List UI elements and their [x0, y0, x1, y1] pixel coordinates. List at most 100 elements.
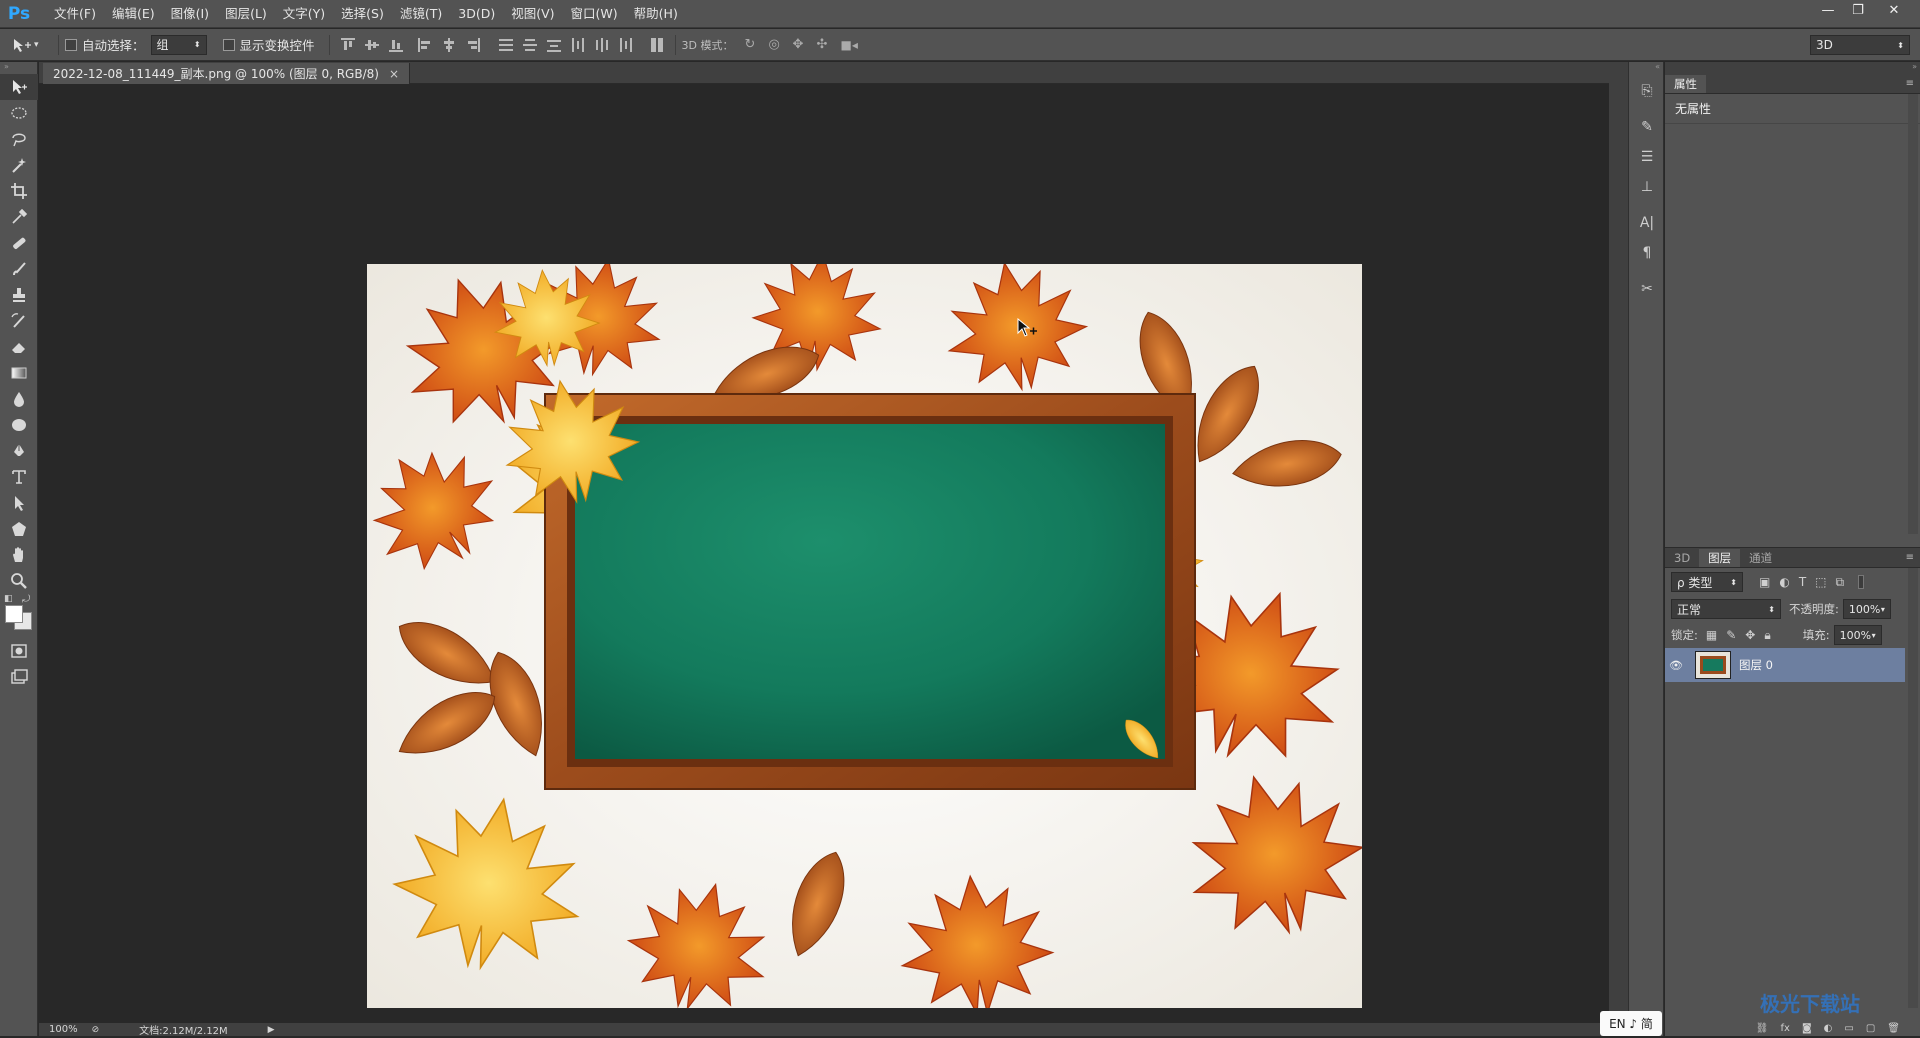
tab-3d[interactable]: 3D — [1665, 549, 1699, 567]
lock-transparent-icon[interactable]: ▦ — [1706, 628, 1717, 643]
swap-colors-icon[interactable]: ⤾ — [22, 594, 30, 605]
3d-scale-icon[interactable]: ■◂ — [841, 38, 858, 52]
panel-collapse-icon[interactable]: » — [1665, 62, 1920, 74]
close-tab-icon[interactable]: × — [389, 67, 399, 81]
crop-tool-icon[interactable] — [0, 178, 38, 204]
auto-select-checkbox[interactable]: 自动选择： — [65, 35, 145, 54]
auto-align-icon[interactable] — [650, 37, 664, 52]
distribute-bottom-icon[interactable] — [546, 38, 561, 52]
layer-row[interactable]: 👁︎ 图层 0 — [1665, 648, 1905, 682]
menu-window[interactable]: 窗口(W) — [563, 0, 626, 28]
move-tool-preset-icon[interactable]: ▾ — [12, 37, 52, 53]
blend-mode-dropdown[interactable]: 正常 ⬍ — [1671, 599, 1781, 619]
brush-presets-icon[interactable]: ✎ — [1629, 112, 1665, 142]
blur-tool-icon[interactable] — [0, 386, 38, 412]
link-layers-icon[interactable]: ⛓ — [1756, 1023, 1769, 1034]
menu-layer[interactable]: 图层(L) — [217, 0, 275, 28]
delete-layer-icon[interactable]: 🗑︎ — [1887, 1023, 1900, 1034]
tab-properties[interactable]: 属性 — [1665, 75, 1706, 93]
hand-tool-icon[interactable] — [0, 542, 38, 568]
paragraph-panel-icon[interactable]: ¶ — [1629, 238, 1665, 268]
history-panel-icon[interactable]: ⎘ — [1629, 76, 1665, 106]
quick-mask-icon[interactable] — [0, 638, 38, 664]
screen-mode-icon[interactable] — [0, 664, 38, 690]
document-window[interactable] — [39, 84, 1609, 1023]
clone-stamp-tool-icon[interactable] — [0, 282, 38, 308]
3d-pan-icon[interactable]: ✥ — [793, 37, 807, 52]
new-group-icon[interactable]: ▭ — [1844, 1023, 1853, 1034]
align-vcenter-icon[interactable] — [364, 38, 379, 52]
dodge-tool-icon[interactable] — [0, 412, 38, 438]
magic-wand-tool-icon[interactable] — [0, 152, 38, 178]
properties-scrollbar[interactable] — [1908, 94, 1918, 534]
layers-scrollbar[interactable] — [1908, 568, 1918, 1008]
layer-name[interactable]: 图层 0 — [1739, 657, 1773, 673]
panel-collapse-icon[interactable]: « — [1629, 62, 1663, 76]
workspace-dropdown[interactable]: 3D ⬍ — [1810, 35, 1910, 55]
character-panel-icon[interactable]: A| — [1629, 208, 1665, 238]
layer-filter-dropdown[interactable]: ρ 类型 ⬍ — [1671, 572, 1743, 592]
lasso-tool-icon[interactable] — [0, 126, 38, 152]
filter-pixel-icon[interactable]: ▣ — [1759, 575, 1770, 590]
color-swatches[interactable]: ◧ ⤾ — [0, 594, 37, 638]
path-selection-tool-icon[interactable] — [0, 490, 38, 516]
vertical-scrollbar[interactable] — [1609, 62, 1628, 1036]
tool-presets-icon[interactable]: ✂ — [1629, 274, 1665, 304]
menu-3d[interactable]: 3D(D) — [450, 0, 503, 28]
panel-collapse-icon[interactable]: » — [0, 62, 37, 74]
align-bottom-icon[interactable] — [388, 38, 403, 52]
menu-filter[interactable]: 滤镜(T) — [392, 0, 450, 28]
menu-view[interactable]: 视图(V) — [503, 0, 562, 28]
pen-tool-icon[interactable] — [0, 438, 38, 464]
eraser-tool-icon[interactable] — [0, 334, 38, 360]
brush-tool-icon[interactable] — [0, 256, 38, 282]
distribute-right-icon[interactable] — [619, 37, 633, 52]
ime-indicator[interactable]: EN ♪ 简 — [1600, 1011, 1662, 1036]
default-colors-icon[interactable]: ◧ — [4, 594, 13, 604]
panel-menu-icon[interactable]: ≡ — [1906, 549, 1920, 567]
restore-icon[interactable]: ❐ — [1844, 0, 1872, 20]
status-menu-arrow-icon[interactable]: ▶ — [268, 1025, 275, 1035]
tab-channels[interactable]: 通道 — [1740, 549, 1781, 567]
fill-input[interactable]: 100% ▾ — [1833, 625, 1882, 645]
adjustment-layer-icon[interactable]: ◐ — [1824, 1023, 1833, 1034]
menu-select[interactable]: 选择(S) — [333, 0, 392, 28]
align-top-icon[interactable] — [340, 37, 355, 52]
shape-tool-icon[interactable] — [0, 516, 38, 542]
align-left-icon[interactable] — [417, 37, 432, 52]
filter-shape-icon[interactable]: ⬚ — [1815, 575, 1826, 590]
distribute-hcenter-icon[interactable] — [595, 37, 609, 52]
filter-type-icon[interactable]: T — [1799, 575, 1806, 590]
foreground-color-swatch[interactable] — [5, 605, 23, 623]
adjustments-panel-icon[interactable]: ☰ — [1629, 142, 1665, 172]
gradient-tool-icon[interactable] — [0, 360, 38, 386]
move-tool-icon[interactable] — [0, 74, 38, 100]
distribute-vcenter-icon[interactable] — [522, 38, 537, 52]
filter-adjustment-icon[interactable]: ◐ — [1779, 575, 1789, 590]
visibility-eye-icon[interactable]: 👁︎ — [1665, 659, 1687, 672]
eyedropper-tool-icon[interactable] — [0, 204, 38, 230]
lock-position-icon[interactable]: ✥ — [1745, 628, 1755, 643]
close-icon[interactable]: ✕ — [1880, 0, 1908, 20]
panel-menu-icon[interactable]: ≡ — [1906, 75, 1920, 93]
history-brush-tool-icon[interactable] — [0, 308, 38, 334]
menu-file[interactable]: 文件(F) — [46, 0, 104, 28]
healing-brush-tool-icon[interactable] — [0, 230, 38, 256]
distribute-left-icon[interactable] — [571, 37, 585, 52]
distribute-top-icon[interactable] — [498, 38, 513, 52]
filter-smart-object-icon[interactable]: ⧉ — [1836, 575, 1845, 590]
canvas-image[interactable] — [367, 264, 1362, 1008]
zoom-tool-icon[interactable] — [0, 568, 38, 594]
menu-type[interactable]: 文字(Y) — [275, 0, 333, 28]
menu-edit[interactable]: 编辑(E) — [104, 0, 163, 28]
3d-slide-icon[interactable]: ✣ — [817, 37, 831, 52]
type-tool-icon[interactable] — [0, 464, 38, 490]
opacity-input[interactable]: 100% ▾ — [1842, 599, 1891, 619]
tab-layers[interactable]: 图层 — [1699, 549, 1741, 567]
align-right-icon[interactable] — [466, 37, 480, 52]
add-mask-icon[interactable]: ◙ — [1802, 1023, 1812, 1034]
align-hcenter-icon[interactable] — [442, 37, 456, 52]
clone-source-icon[interactable]: ⊥ — [1629, 172, 1665, 202]
zoom-level[interactable]: 100% — [49, 1024, 78, 1035]
3d-rotate-icon[interactable]: ↻ — [745, 37, 759, 52]
